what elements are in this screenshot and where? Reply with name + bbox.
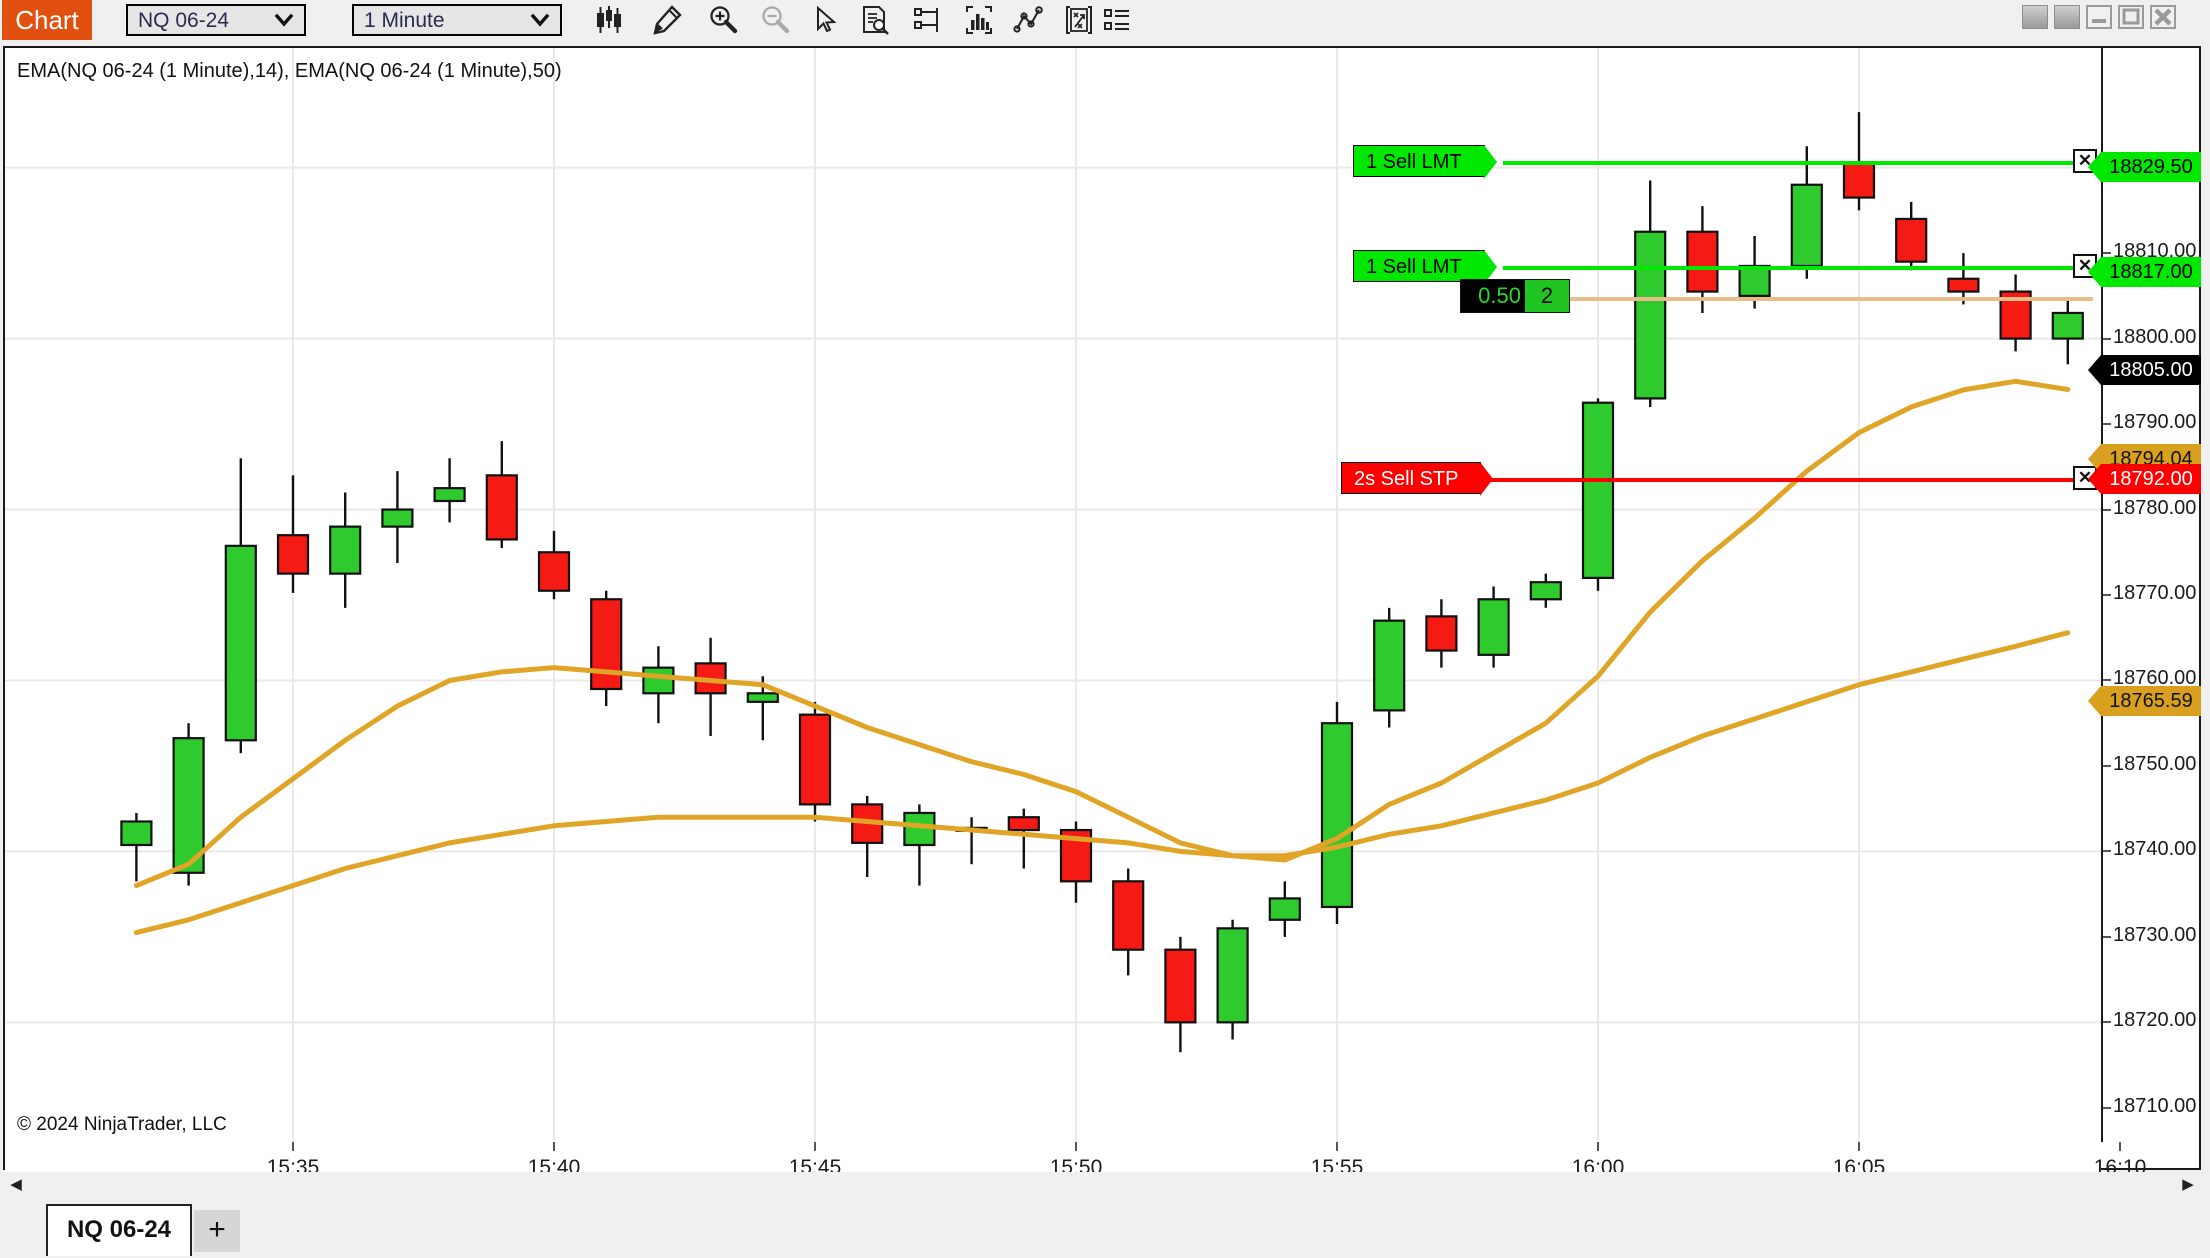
scroll-left-arrow[interactable]: ◀ [3, 1172, 29, 1198]
price-tag-pointer [2088, 464, 2101, 494]
price-axis-tick: 18730.00 [2103, 924, 2201, 950]
window-minimize-button[interactable] [2086, 5, 2112, 29]
price-tag-pointer [2088, 355, 2101, 385]
price-axis-tick: 18770.00 [2103, 582, 2201, 608]
candlestick-canvas [5, 48, 2101, 1142]
title-bar: Chart NQ 06-24 1 Minute [0, 0, 2210, 44]
time-axis-tick [814, 1142, 816, 1151]
order-sell-limit-18817-line[interactable] [1503, 266, 2091, 270]
price-axis-tick: 18720.00 [2103, 1009, 2201, 1035]
cursor-pointer-button[interactable] [808, 3, 842, 37]
order-sell-limit-18817-label[interactable]: 1 Sell LMT [1353, 250, 1497, 284]
scroll-right-arrow[interactable]: ▶ [2175, 1172, 2201, 1198]
price-tag-pointer [2088, 686, 2101, 716]
last-price-tag: 18805.00 [2088, 355, 2201, 385]
time-axis-tick [1336, 1142, 1338, 1151]
tab-strip: NQ 06-24 + [0, 1200, 2210, 1258]
zoom-in-button[interactable] [706, 3, 740, 37]
data-box-button[interactable] [910, 3, 944, 37]
data-series-button[interactable] [858, 3, 892, 37]
zoom-out-button[interactable] [758, 3, 792, 37]
window-swatch-two[interactable] [2054, 5, 2080, 29]
window-restore-button[interactable] [2118, 5, 2144, 29]
scrollbar-track[interactable] [29, 1172, 2175, 1198]
price-axis-tick: 18780.00 [2103, 497, 2201, 523]
chevron-down-icon [274, 11, 294, 35]
indicator-legend: EMA(NQ 06-24 (1 Minute),14), EMA(NQ 06-2… [17, 60, 562, 82]
price-axis-tick: 18740.00 [2103, 838, 2201, 864]
position-pnl-box[interactable]: 0.50 2 [1460, 278, 1570, 313]
average-entry-price-line [1515, 296, 2093, 301]
time-axis-tick [1075, 1142, 1077, 1151]
copyright-notice: © 2024 NinjaTrader, LLC [17, 1114, 227, 1135]
order-sell-limit-18829-line[interactable] [1503, 161, 2091, 165]
window-close-button[interactable] [2150, 5, 2176, 29]
chart-window: Chart NQ 06-24 1 Minute EMA(NQ 06-24 (1 … [0, 0, 2210, 1258]
price-tag-pointer [2088, 257, 2101, 287]
chart-style-candlestick-button[interactable] [592, 3, 626, 37]
app-title-badge: Chart [2, 0, 92, 40]
price-axis[interactable]: 18820.0018810.0018800.0018790.0018780.00… [2088, 48, 2201, 1142]
sell-limit-tag-low: 18817.00 [2088, 257, 2201, 287]
order-sell-stop-18792-line[interactable] [1491, 478, 2091, 482]
instrument-value: NQ 06-24 [138, 9, 230, 32]
price-axis-tick: 18710.00 [2103, 1095, 2201, 1121]
drawing-tools-button[interactable] [650, 3, 684, 37]
instrument-selector[interactable]: NQ 06-24 [126, 4, 306, 36]
ema-slow-tag: 18765.59 [2088, 686, 2201, 716]
time-axis-tick [553, 1142, 555, 1151]
time-axis-tick [1858, 1142, 1860, 1151]
order-sell-limit-18829-label[interactable]: 1 Sell LMT [1353, 145, 1497, 179]
properties-button[interactable] [1100, 3, 1134, 37]
order-sell-stop-18792-label[interactable]: 2s Sell STP [1341, 462, 1495, 496]
position-pnl-value: 0.50 [1478, 282, 1521, 308]
chevron-down-icon [530, 11, 550, 35]
time-axis-tick [2119, 1142, 2121, 1151]
time-axis-tick [292, 1142, 294, 1151]
price-axis-tick: 18750.00 [2103, 753, 2201, 779]
tab-nq-06-24[interactable]: NQ 06-24 [46, 1204, 192, 1256]
add-tab-button[interactable]: + [194, 1210, 240, 1252]
price-tag-pointer [2088, 152, 2101, 182]
indicators-button[interactable] [962, 3, 996, 37]
window-swatch-one[interactable] [2022, 5, 2048, 29]
sell-limit-tag-high: 18829.50 [2088, 152, 2201, 182]
strategy-analyzer-button[interactable] [1062, 3, 1096, 37]
price-plot-area[interactable]: EMA(NQ 06-24 (1 Minute),14), EMA(NQ 06-2… [5, 48, 2101, 1142]
stop-order-tag: 18792.00 [2088, 464, 2201, 494]
interval-selector[interactable]: 1 Minute [352, 4, 562, 36]
strategies-button[interactable] [1012, 3, 1046, 37]
chart-panel: EMA(NQ 06-24 (1 Minute),14), EMA(NQ 06-2… [3, 46, 2201, 1198]
price-axis-tick: 18790.00 [2103, 411, 2201, 437]
interval-value: 1 Minute [364, 9, 445, 32]
time-axis-tick [1597, 1142, 1599, 1151]
position-quantity[interactable]: 2 [1525, 279, 1569, 312]
price-axis-tick: 18800.00 [2103, 326, 2201, 352]
horizontal-scrollbar[interactable]: ◀ ▶ [3, 1172, 2201, 1198]
